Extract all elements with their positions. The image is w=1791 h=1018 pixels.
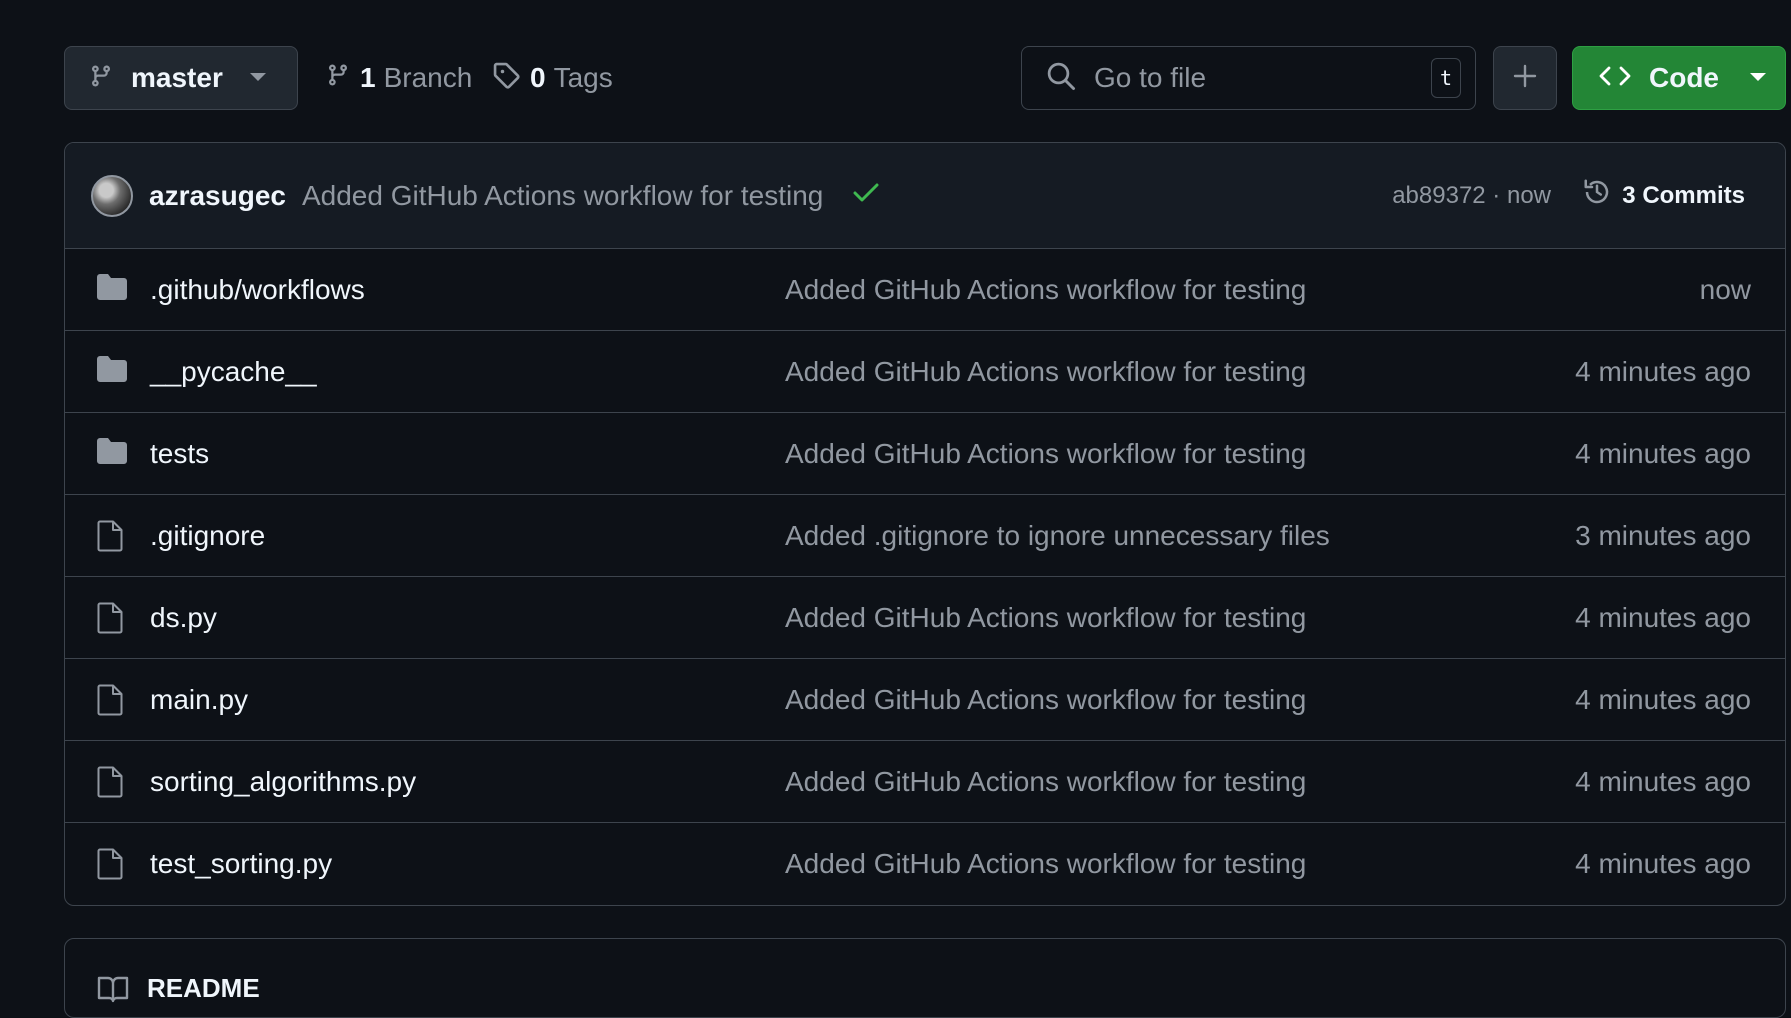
go-to-file-search[interactable]: Go to file t [1021,46,1476,110]
code-button[interactable]: Code [1572,46,1786,110]
folder-icon [97,356,127,387]
readme-title[interactable]: README [147,973,260,1004]
file-commit-time: 4 minutes ago [1575,437,1751,469]
branch-selector-button[interactable]: master [64,46,298,110]
file-row[interactable]: .github/workflows Added GitHub Actions wo… [65,249,1785,331]
tags-label: Tags [553,62,613,93]
latest-commit-bar: azrasugec Added GitHub Actions workflow … [65,143,1785,249]
file-name-link[interactable]: ds.py [150,602,217,634]
file-name-link[interactable]: test_sorting.py [150,848,332,880]
branches-link[interactable]: 1 Branch [326,46,472,110]
file-commit-message-link[interactable]: Added .gitignore to ignore unnecessary f… [785,520,1330,552]
file-commit-time: 4 minutes ago [1575,601,1751,633]
file-commit-time: 4 minutes ago [1575,355,1751,387]
keyboard-shortcut-hint: t [1431,58,1461,98]
file-row[interactable]: .gitignore Added .gitignore to ignore unn… [65,495,1785,577]
check-icon[interactable] [853,182,879,209]
file-row[interactable]: sorting_algorithms.py Added GitHub Action… [65,741,1785,823]
file-row[interactable]: __pycache__ Added GitHub Actions workflow… [65,331,1785,413]
file-row[interactable]: tests Added GitHub Actions workflow for t… [65,413,1785,495]
file-list: azrasugec Added GitHub Actions workflow … [64,142,1786,906]
search-placeholder: Go to file [1094,62,1207,93]
branch-name: master [131,62,223,93]
file-icon [97,520,123,557]
commits-history-link[interactable]: 3 Commits [1582,177,1745,214]
file-icon [97,684,123,721]
book-icon [97,975,129,1008]
branches-label: Branch [383,62,473,93]
plus-icon [1513,64,1537,93]
file-commit-message-link[interactable]: Added GitHub Actions workflow for testin… [785,356,1306,388]
file-name-link[interactable]: __pycache__ [150,356,317,388]
file-name-link[interactable]: .github/workflows [150,274,365,306]
code-button-label: Code [1649,62,1719,93]
file-commit-message-link[interactable]: Added GitHub Actions workflow for testin… [785,684,1306,716]
file-commit-time: 3 minutes ago [1575,519,1751,551]
code-icon [1599,64,1631,93]
file-commit-message-link[interactable]: Added GitHub Actions workflow for testin… [785,602,1306,634]
file-row[interactable]: ds.py Added GitHub Actions workflow for t… [65,577,1785,659]
file-icon [97,602,123,639]
search-icon [1046,61,1076,96]
history-icon [1582,177,1612,214]
repo-toolbar: master 1 Branch 0 Tags Go to file t Code [64,46,1786,110]
avatar[interactable] [91,174,133,217]
git-branch-icon [89,62,113,95]
caret-down-icon [1749,69,1767,87]
file-name-link[interactable]: .gitignore [150,520,265,552]
tags-count: 0 [530,62,546,93]
commit-message[interactable]: Added GitHub Actions workflow for testin… [302,180,823,212]
file-name-link[interactable]: tests [150,438,209,470]
caret-down-icon [249,69,267,87]
file-rows: .github/workflows Added GitHub Actions wo… [65,249,1785,905]
file-icon [97,848,123,885]
tag-icon [492,61,520,96]
file-commit-message-link[interactable]: Added GitHub Actions workflow for testin… [785,438,1306,470]
file-commit-message-link[interactable]: Added GitHub Actions workflow for testin… [785,848,1306,880]
file-row[interactable]: main.py Added GitHub Actions workflow for… [65,659,1785,741]
file-commit-time: 4 minutes ago [1575,765,1751,797]
folder-icon [97,274,127,305]
readme-panel: README [64,938,1786,1018]
file-commit-time: 4 minutes ago [1575,848,1751,879]
file-name-link[interactable]: main.py [150,684,248,716]
branches-count: 1 [360,62,376,93]
commits-count-label: 3 Commits [1622,181,1745,209]
commit-author[interactable]: azrasugec [149,180,286,212]
file-commit-time: now [1699,273,1751,305]
folder-icon [97,438,127,469]
add-file-button[interactable] [1493,46,1557,110]
file-commit-message-link[interactable]: Added GitHub Actions workflow for testin… [785,766,1306,798]
commit-hash-time[interactable]: ab89372 · now [1392,182,1551,210]
file-row[interactable]: test_sorting.py Added GitHub Actions work… [65,823,1785,905]
file-name-link[interactable]: sorting_algorithms.py [150,766,416,798]
file-commit-time: 4 minutes ago [1575,683,1751,715]
git-branch-icon [326,61,350,96]
tags-link[interactable]: 0 Tags [492,46,613,110]
file-commit-message-link[interactable]: Added GitHub Actions workflow for testin… [785,274,1306,306]
file-icon [97,766,123,803]
